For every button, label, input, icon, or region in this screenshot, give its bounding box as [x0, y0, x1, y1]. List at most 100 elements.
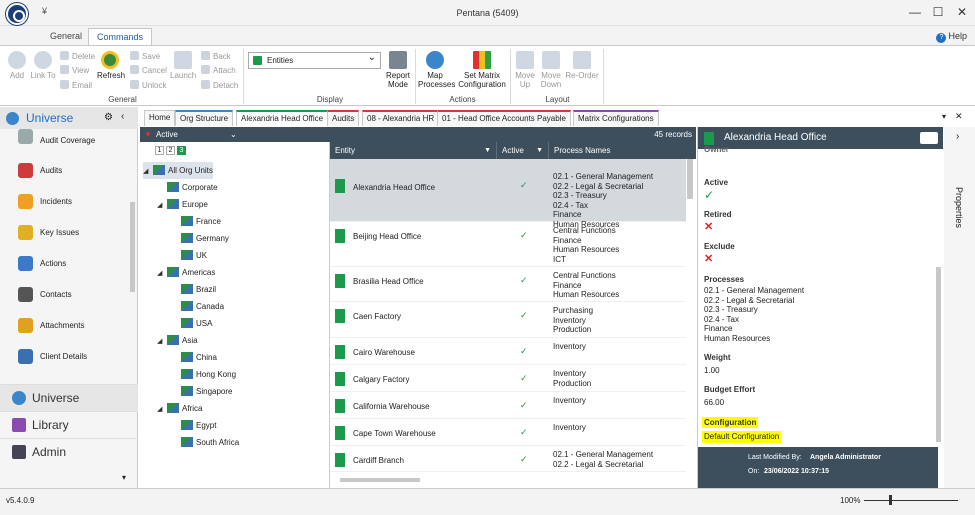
tree-node[interactable]: France [143, 213, 328, 230]
table-row[interactable]: Cape Town Warehouse ✓ Inventory [330, 419, 686, 446]
map-processes-button[interactable]: Map Processes [418, 49, 455, 89]
tree-node[interactable]: China [143, 349, 328, 366]
level-3-button[interactable]: 3 [176, 146, 186, 155]
unlock-button[interactable]: Unlock [130, 80, 166, 91]
entity-type-select[interactable]: Entities [248, 50, 381, 69]
expand-arrow-icon[interactable]: ◢ [157, 401, 167, 418]
tree-node[interactable]: ◢ Europe [143, 196, 328, 213]
tree-node[interactable]: Singapore [143, 383, 328, 400]
tree-node[interactable]: ◢ Africa [143, 400, 328, 417]
tree-node[interactable]: UK [143, 247, 328, 264]
view-button[interactable]: View [60, 65, 89, 76]
zoom-slider[interactable] [864, 500, 958, 501]
grid-horizontal-scrollbar[interactable] [340, 478, 420, 482]
properties-panel-tab[interactable]: › Properties [944, 127, 975, 488]
org-unit-icon [181, 386, 193, 396]
tree-node[interactable]: Hong Kong [143, 366, 328, 383]
tab-list-dropdown-icon[interactable]: ▾ [942, 112, 946, 121]
level-1-button[interactable]: 1 [155, 146, 164, 155]
zoom-slider-thumb[interactable] [889, 495, 892, 505]
expand-arrow-icon[interactable]: ◢ [157, 265, 167, 282]
table-row[interactable]: Alexandria Head Office ✓ 02.1 - General Ma… [330, 159, 686, 229]
tree-node[interactable]: ◢ Americas [143, 264, 328, 281]
report-mode-button[interactable]: Report Mode [384, 49, 412, 89]
table-row[interactable]: Brasilia Head Office ✓ Central Functions F… [330, 267, 686, 302]
nav-overflow-icon[interactable]: ▾ [122, 473, 126, 482]
help-button[interactable]: ? Help [936, 31, 967, 43]
tree-node[interactable]: ◢ All Org Units [143, 162, 213, 179]
reorder-button[interactable]: Re-Order [565, 49, 599, 80]
detail-header: Alexandria Head Office [698, 127, 943, 149]
column-header-active[interactable]: Active ▼ [498, 142, 549, 159]
nav-scrollbar[interactable] [130, 202, 135, 292]
tab-home[interactable]: Home [144, 110, 176, 126]
tab-org-structure[interactable]: Org Structure [175, 110, 234, 126]
add-button[interactable]: Add [4, 49, 30, 80]
tree-node[interactable]: USA [143, 315, 328, 332]
column-filter-icon[interactable]: ▼ [484, 142, 491, 159]
table-row[interactable]: Cardiff Branch ✓ 02.1 - General Management… [330, 446, 686, 472]
expand-arrow-icon[interactable]: ◢ [143, 163, 153, 180]
collapse-icon[interactable]: ‹ [121, 111, 124, 122]
move-up-button[interactable]: Move Up [512, 49, 538, 89]
tree-node[interactable]: Germany [143, 230, 328, 247]
column-header-entity[interactable]: Entity ▼ [330, 142, 497, 159]
close-icon[interactable]: ✕ [950, 3, 974, 21]
tree-node[interactable]: Egypt [143, 417, 328, 434]
maximize-icon[interactable]: ☐ [926, 3, 950, 21]
tree-node[interactable]: Canada [143, 298, 328, 315]
table-row[interactable]: Calgary Factory ✓ Inventory Production [330, 365, 686, 392]
nav-item-client-details[interactable]: Client Details [0, 342, 130, 373]
tab-audits[interactable]: Audits [327, 110, 360, 126]
tab-general[interactable]: General [42, 28, 90, 45]
close-tab-icon[interactable]: ✕ [955, 111, 963, 122]
nav-item-actions[interactable]: Actions [0, 249, 130, 280]
nav-item-incidents[interactable]: Incidents [0, 187, 130, 218]
back-button[interactable]: Back [201, 51, 231, 62]
detail-scrollbar[interactable] [936, 267, 941, 442]
tab-matrix-configurations[interactable]: Matrix Configurations [573, 110, 659, 126]
set-matrix-button[interactable]: Set Matrix Configuration [455, 49, 509, 89]
tab-alexandria-hr[interactable]: 08 - Alexandria HR [362, 110, 440, 126]
tab-alexandria-head-office[interactable]: Alexandria Head Office [236, 110, 329, 126]
gear-icon[interactable]: ⚙ [104, 112, 113, 123]
nav-item-attachments[interactable]: Attachments [0, 311, 130, 342]
nav-item-contacts[interactable]: Contacts [0, 280, 130, 311]
table-row[interactable]: Cairo Warehouse ✓ Inventory [330, 338, 686, 365]
refresh-button[interactable]: Refresh [97, 49, 125, 80]
tree-node[interactable]: South Africa [143, 434, 328, 451]
tab-commands[interactable]: Commands [88, 28, 153, 45]
tree-node[interactable]: Brazil [143, 281, 328, 298]
table-row[interactable]: Beijing Head Office ✓ Central Functions Fi… [330, 222, 686, 267]
minimize-icon[interactable]: — [903, 3, 927, 21]
move-down-button[interactable]: Move Down [538, 49, 564, 89]
nav-section-library[interactable]: Library [0, 411, 138, 438]
table-row[interactable]: California Warehouse ✓ Inventory [330, 392, 686, 419]
level-2-button[interactable]: 2 [165, 146, 175, 155]
link-to-button[interactable]: Link To [30, 49, 56, 80]
save-button[interactable]: Save [130, 51, 160, 62]
cancel-button[interactable]: Cancel [130, 65, 167, 76]
expand-arrow-icon[interactable]: ◢ [157, 197, 167, 214]
expand-arrow-icon[interactable]: ◢ [157, 333, 167, 350]
column-filter-icon[interactable]: ▼ [536, 142, 543, 159]
tree-node[interactable]: Corporate [143, 179, 328, 196]
tree-filter-header[interactable]: ▼ Active ⌄ [140, 127, 330, 142]
delete-button[interactable]: Delete [60, 51, 95, 62]
nav-section-universe[interactable]: Universe [0, 384, 138, 411]
column-header-process-names[interactable]: Process Names [550, 142, 686, 159]
configuration-value[interactable]: Default Configuration [702, 431, 782, 443]
attach-button[interactable]: Attach [201, 65, 236, 76]
detach-button[interactable]: Detach [201, 80, 238, 91]
nav-item-key-issues[interactable]: Key Issues [0, 218, 130, 249]
expand-icon[interactable]: › [956, 131, 959, 142]
detail-options-button[interactable] [920, 132, 938, 144]
launch-button[interactable]: Launch [170, 49, 196, 80]
email-button[interactable]: Email [60, 80, 92, 91]
grid-scrollbar[interactable] [687, 159, 693, 199]
tree-node[interactable]: ◢ Asia [143, 332, 328, 349]
nav-item-audits[interactable]: Audits [0, 156, 130, 187]
tab-head-office-accounts-payable[interactable]: 01 - Head Office Accounts Payable [437, 110, 571, 126]
nav-section-admin[interactable]: Admin [0, 438, 138, 465]
table-row[interactable]: Caen Factory ✓ Purchasing Inventory Produc… [330, 302, 686, 338]
